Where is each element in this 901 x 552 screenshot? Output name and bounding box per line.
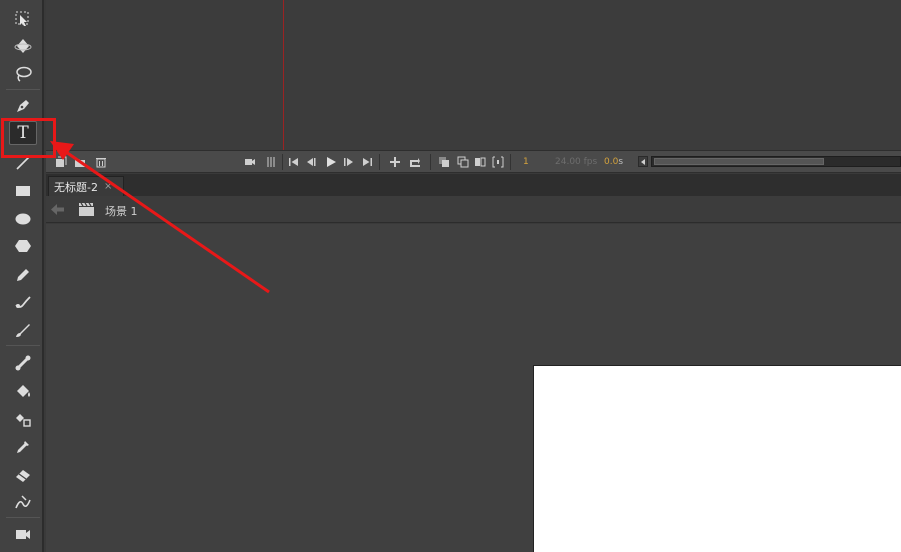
- chevron-left-icon: [641, 158, 645, 165]
- loop-icon[interactable]: [409, 156, 421, 168]
- scene-breadcrumb[interactable]: 场景 1: [105, 203, 138, 219]
- paint-brush-tool-icon[interactable]: [9, 290, 37, 314]
- new-layer-icon[interactable]: [55, 156, 67, 168]
- subselection-tool-icon[interactable]: [9, 7, 37, 31]
- lasso-tool-icon[interactable]: [9, 62, 37, 86]
- toolbar-divider: [6, 345, 40, 346]
- toolbar-divider: [6, 517, 40, 518]
- step-back-icon[interactable]: [306, 156, 318, 168]
- document-tab-title: 无标题-2: [54, 180, 98, 194]
- camera-toggle-icon[interactable]: [244, 156, 256, 168]
- edit-bar: 场景 1: [46, 196, 901, 223]
- timeline-horizontal-scrollbar[interactable]: [651, 156, 901, 167]
- stage-canvas[interactable]: [533, 365, 901, 552]
- pen-tool-icon[interactable]: [9, 94, 37, 118]
- delete-layer-icon[interactable]: [95, 156, 107, 168]
- bone-tool-icon[interactable]: [9, 351, 37, 375]
- width-tool-icon[interactable]: [9, 491, 37, 515]
- current-frame-value[interactable]: 1: [523, 155, 529, 169]
- timeline-divider: [379, 154, 380, 170]
- tools-panel: T: [0, 0, 44, 552]
- document-tab-bar: 无标题-2 ×: [46, 174, 901, 196]
- onion-skin-icon[interactable]: [438, 156, 450, 168]
- step-forward-icon[interactable]: [342, 156, 354, 168]
- layer-depth-icon[interactable]: [265, 156, 277, 168]
- timeline-frames-area[interactable]: [46, 0, 901, 150]
- timeline-controls-bar: 1 24.00 fps 0.0s: [46, 150, 901, 173]
- timeline-divider: [282, 154, 283, 170]
- timeline-divider: [430, 154, 431, 170]
- rectangle-tool-icon[interactable]: [9, 179, 37, 203]
- back-arrow-icon[interactable]: [51, 203, 65, 216]
- modify-markers-icon[interactable]: [492, 156, 504, 168]
- ink-bottle-tool-icon[interactable]: [9, 407, 37, 431]
- polystar-tool-icon[interactable]: [9, 234, 37, 258]
- annotation-highlight-box: [1, 118, 56, 158]
- animate-workspace: T 1 24.00 fps 0.0s 无标题-2 × 场景 1: [0, 0, 901, 552]
- 3d-rotation-tool-icon[interactable]: [9, 34, 37, 58]
- center-frame-icon[interactable]: [389, 156, 401, 168]
- document-tab[interactable]: 无标题-2 ×: [48, 176, 124, 196]
- paint-bucket-tool-icon[interactable]: [9, 379, 37, 403]
- toolbar-divider: [6, 89, 40, 90]
- brush-tool-icon[interactable]: [9, 318, 37, 342]
- elapsed-time[interactable]: 0.0s: [604, 155, 623, 169]
- scene-clapper-icon: [79, 202, 94, 216]
- close-icon[interactable]: ×: [104, 181, 112, 192]
- eraser-tool-icon[interactable]: [9, 463, 37, 487]
- go-to-last-frame-icon[interactable]: [361, 156, 373, 168]
- oval-tool-icon[interactable]: [9, 207, 37, 231]
- frame-rate-value[interactable]: 24.00 fps: [555, 155, 597, 169]
- elapsed-time-value: 0.0: [604, 157, 619, 167]
- new-folder-icon[interactable]: [74, 156, 86, 168]
- timeline-scroll-left-button[interactable]: [638, 156, 648, 167]
- play-icon[interactable]: [325, 156, 337, 168]
- pencil-tool-icon[interactable]: [9, 263, 37, 287]
- timeline-scroll-thumb[interactable]: [654, 158, 824, 165]
- onion-skin-outlines-icon[interactable]: [457, 156, 469, 168]
- edit-multiple-frames-icon[interactable]: [474, 156, 486, 168]
- playhead-line[interactable]: [283, 0, 284, 150]
- go-to-first-frame-icon[interactable]: [288, 156, 300, 168]
- timeline-divider: [510, 154, 511, 170]
- elapsed-time-unit: s: [618, 157, 624, 167]
- camera-tool-icon[interactable]: [9, 522, 37, 546]
- eyedropper-tool-icon[interactable]: [9, 435, 37, 459]
